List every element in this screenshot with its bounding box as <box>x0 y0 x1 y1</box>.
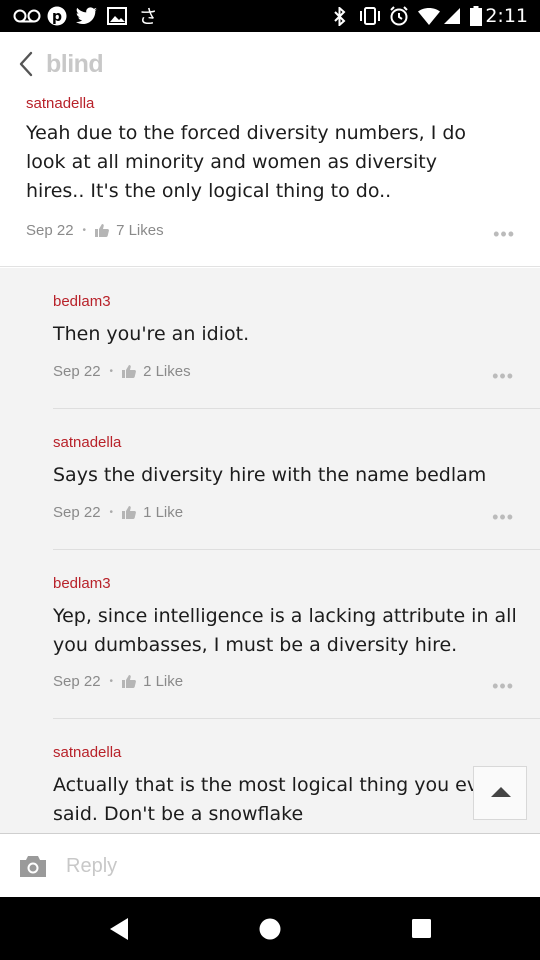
wifi-icon <box>418 8 440 25</box>
reply-text: Then you're an idiot. <box>53 323 250 345</box>
svg-text:さ: さ <box>138 6 157 27</box>
reply-item: bedlam3 Yep, since intelligence is a lac… <box>53 550 540 719</box>
more-options-icon[interactable]: ••• <box>492 676 514 697</box>
reply-composer <box>0 833 540 897</box>
twitter-icon <box>76 7 98 24</box>
meta-separator: • <box>109 366 114 377</box>
post-author[interactable]: satnadella <box>26 95 94 112</box>
status-bar: p さ 2:11 <box>0 0 540 32</box>
original-post: satnadella Yeah due to the forced divers… <box>0 95 540 267</box>
reply-text: Actually that is the most logical thing … <box>53 774 498 825</box>
signal-icon <box>444 8 460 24</box>
system-nav-bar <box>0 897 540 960</box>
more-options-icon[interactable]: ••• <box>492 507 514 528</box>
reply-text: Says the diversity hire with the name be… <box>53 464 487 486</box>
back-arrow-icon[interactable] <box>16 50 40 78</box>
reply-likes[interactable]: 1 Like <box>143 504 183 521</box>
more-options-icon[interactable]: ••• <box>493 224 515 245</box>
reply-date: Sep 22 <box>53 673 101 690</box>
battery-icon <box>470 6 482 26</box>
meta-separator: • <box>82 225 87 236</box>
post-likes[interactable]: 7 Likes <box>116 222 164 239</box>
reply-meta: Sep 22 • 2 Likes <box>53 363 191 380</box>
reply-meta: Sep 22 • 1 Like <box>53 504 183 521</box>
reply-text: Yep, since intelligence is a lacking att… <box>53 605 517 656</box>
more-options-icon[interactable]: ••• <box>492 366 514 387</box>
thumbs-up-icon[interactable] <box>122 365 136 378</box>
post-date: Sep 22 <box>26 222 74 239</box>
nav-home-icon[interactable] <box>259 918 281 940</box>
meta-separator: • <box>109 507 114 518</box>
thumbs-up-icon[interactable] <box>122 506 136 519</box>
reply-item: bedlam3 Then you're an idiot. Sep 22 • 2… <box>53 268 540 409</box>
svg-text:p: p <box>52 9 62 25</box>
reply-date: Sep 22 <box>53 504 101 521</box>
scroll-to-top-button[interactable] <box>473 766 527 820</box>
replies-list: bedlam3 Then you're an idiot. Sep 22 • 2… <box>0 268 540 833</box>
reply-author[interactable]: bedlam3 <box>53 293 111 310</box>
reply-author[interactable]: bedlam3 <box>53 575 111 592</box>
nav-back-icon[interactable] <box>108 917 130 941</box>
thumbs-up-icon[interactable] <box>122 675 136 688</box>
nav-recents-icon[interactable] <box>412 919 431 938</box>
arrow-up-icon <box>491 787 511 797</box>
reply-author[interactable]: satnadella <box>53 744 121 761</box>
bluetooth-icon <box>334 7 346 26</box>
alarm-icon <box>390 6 408 26</box>
image-icon <box>107 7 127 25</box>
reply-item: satnadella Actually that is the most log… <box>53 719 540 833</box>
app-header: blind <box>0 32 540 96</box>
reply-likes[interactable]: 1 Like <box>143 673 183 690</box>
clock-time: 2:11 <box>485 5 528 27</box>
reply-author[interactable]: satnadella <box>53 434 121 451</box>
reply-likes[interactable]: 2 Likes <box>143 363 191 380</box>
pinterest-icon: p <box>47 6 67 26</box>
reply-meta: Sep 22 • 1 Like <box>53 673 183 690</box>
meta-separator: • <box>109 676 114 687</box>
app-logo: blind <box>46 50 104 78</box>
post-text: Yeah due to the forced diversity numbers… <box>26 122 467 202</box>
reply-input[interactable] <box>66 851 506 881</box>
voicemail-icon <box>13 9 41 23</box>
vibrate-icon <box>360 7 380 25</box>
chinese-character-icon: さ <box>138 6 157 27</box>
post-meta: Sep 22 • 7 Likes <box>26 222 164 239</box>
thumbs-up-icon[interactable] <box>95 224 109 237</box>
reply-item: satnadella Says the diversity hire with … <box>53 409 540 550</box>
camera-icon[interactable] <box>19 854 47 878</box>
reply-date: Sep 22 <box>53 363 101 380</box>
